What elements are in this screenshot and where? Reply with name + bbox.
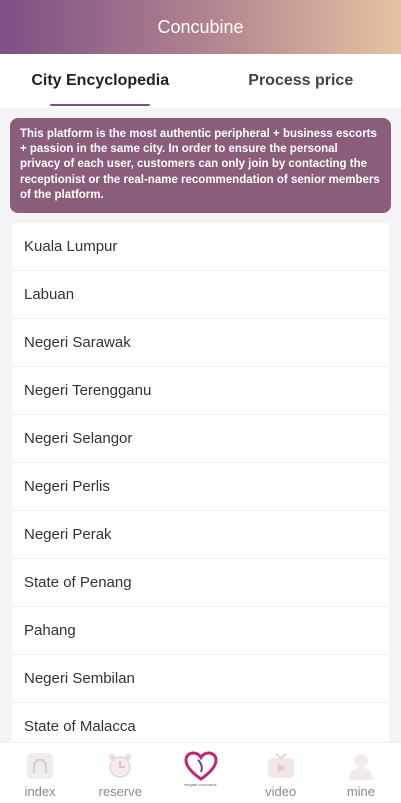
city-item[interactable]: Negeri Terengganu	[12, 367, 389, 415]
video-icon	[267, 753, 294, 778]
city-item[interactable]: Negeri Perlis	[12, 463, 389, 511]
tabbar-video[interactable]: video	[241, 743, 321, 803]
alarm-clock-icon	[109, 754, 132, 778]
tabbar-index[interactable]: index	[0, 743, 80, 803]
logo-text: elegant concubine	[184, 782, 217, 787]
tab-city-encyclopedia[interactable]: City Encyclopedia	[0, 54, 201, 108]
city-list: Kuala Lumpur Labuan Negeri Sarawak Neger…	[12, 222, 389, 751]
home-icon	[27, 753, 54, 779]
header-bar: Concubine	[0, 0, 401, 54]
city-item[interactable]: Kuala Lumpur	[12, 223, 389, 271]
tabbar-label-video: video	[265, 784, 297, 799]
bottom-tab-bar: index reserve elegant concubine video mi…	[0, 742, 401, 803]
tabbar-label-index: index	[24, 784, 56, 799]
city-item[interactable]: State of Penang	[12, 559, 389, 607]
tabbar-label-mine: mine	[346, 784, 375, 799]
user-icon	[348, 754, 373, 780]
notice-banner: This platform is the most authentic peri…	[10, 118, 391, 213]
tabbar-mine[interactable]: mine	[321, 743, 401, 803]
tab-process-price[interactable]: Process price	[201, 54, 401, 108]
heart-logo-icon	[183, 751, 218, 781]
city-item[interactable]: Negeri Perak	[12, 511, 389, 559]
tabbar-label-reserve: reserve	[98, 784, 142, 799]
city-item[interactable]: Negeri Selangor	[12, 415, 389, 463]
tabbar-home-logo[interactable]: elegant concubine	[160, 743, 240, 803]
page-title: Concubine	[157, 16, 244, 37]
tabbar-reserve[interactable]: reserve	[80, 743, 160, 803]
app-page: Concubine City Encyclopedia Process pric…	[0, 0, 401, 803]
city-item[interactable]: Negeri Sarawak	[12, 319, 389, 367]
city-item[interactable]: Pahang	[12, 607, 389, 655]
city-item[interactable]: Labuan	[12, 271, 389, 319]
city-item[interactable]: Negeri Sembilan	[12, 655, 389, 703]
tab-bar: City Encyclopedia Process price	[0, 54, 401, 108]
